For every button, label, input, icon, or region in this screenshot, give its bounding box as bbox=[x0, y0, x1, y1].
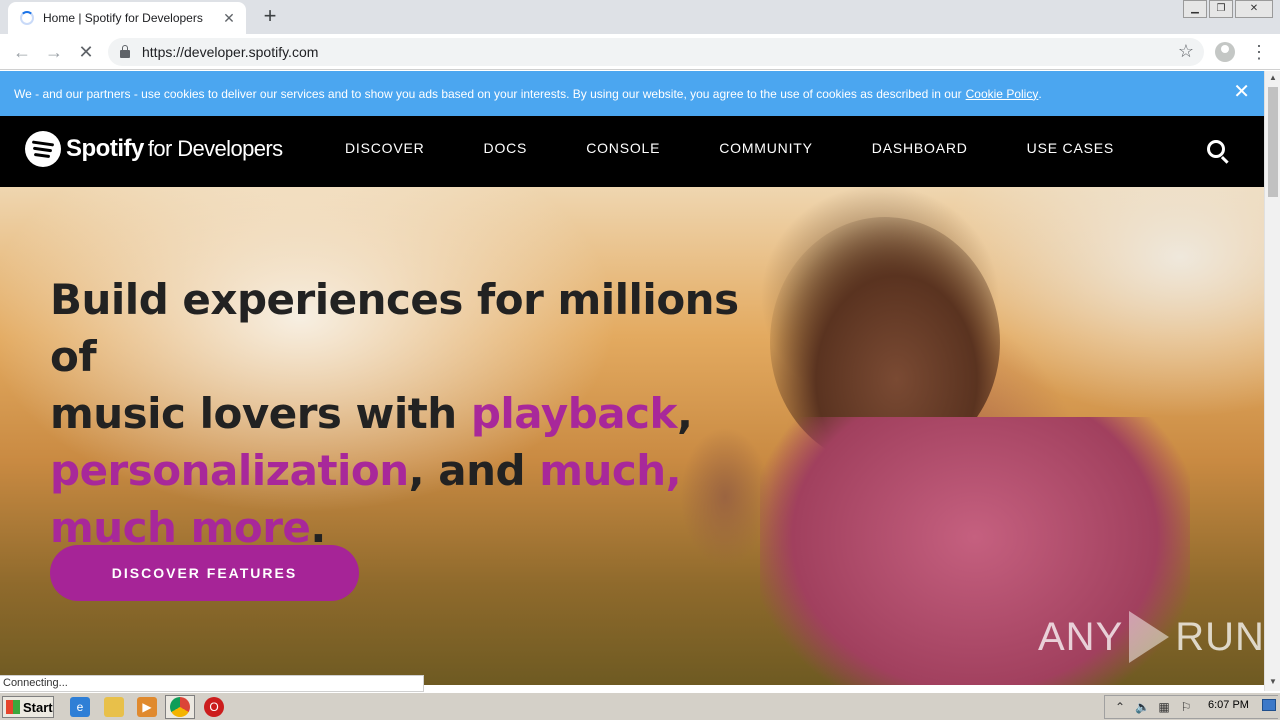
headline-much: much, bbox=[539, 446, 682, 495]
page-scrollbar[interactable]: ▲ ▼ bbox=[1264, 71, 1280, 691]
browser-tab-active[interactable]: Home | Spotify for Developers ✕ bbox=[8, 2, 246, 34]
scroll-up-icon[interactable]: ▲ bbox=[1265, 71, 1280, 85]
nav-discover[interactable]: DISCOVER bbox=[345, 140, 425, 156]
page-viewport: We - and our partners - use cookies to d… bbox=[0, 71, 1264, 685]
stop-loading-icon[interactable]: ✕ bbox=[74, 40, 98, 64]
browser-tabbar: Home | Spotify for Developers ✕ + ▁ ❐ ✕ bbox=[0, 0, 1280, 34]
watermark-play-icon bbox=[1129, 611, 1170, 663]
discover-features-button[interactable]: DISCOVER FEATURES bbox=[50, 545, 359, 601]
lock-icon bbox=[120, 45, 130, 58]
profile-avatar-icon[interactable] bbox=[1215, 42, 1235, 62]
close-window-button[interactable]: ✕ bbox=[1235, 0, 1273, 18]
windows-taskbar: Start e ▶ O ⌃ 🔈 ▦ ⚐ 6:07 PM bbox=[0, 692, 1280, 720]
file-explorer-icon[interactable] bbox=[104, 697, 124, 717]
volume-icon[interactable]: 🔈 bbox=[1135, 700, 1150, 714]
nav-console[interactable]: CONSOLE bbox=[586, 140, 660, 156]
headline-line-2-text: music lovers with bbox=[50, 389, 471, 438]
nav-docs[interactable]: DOCS bbox=[484, 140, 528, 156]
internet-explorer-icon[interactable]: e bbox=[70, 697, 90, 717]
tab-close-icon[interactable]: ✕ bbox=[220, 10, 238, 27]
minimize-window-button[interactable]: ▁ bbox=[1183, 0, 1207, 18]
address-bar[interactable]: https://developer.spotify.com ☆ bbox=[108, 38, 1204, 66]
nav-community[interactable]: COMMUNITY bbox=[719, 140, 813, 156]
back-icon[interactable]: ← bbox=[10, 40, 34, 64]
tab-title: Home | Spotify for Developers bbox=[43, 11, 203, 25]
cookie-close-icon[interactable]: ✕ bbox=[1233, 82, 1250, 102]
watermark-right: RUN bbox=[1175, 614, 1264, 659]
tray-expand-icon[interactable]: ⌃ bbox=[1113, 700, 1127, 714]
bookmark-star-icon[interactable]: ☆ bbox=[1178, 41, 1194, 62]
nav-dashboard[interactable]: DASHBOARD bbox=[872, 140, 968, 156]
spotify-logo-icon bbox=[25, 131, 61, 167]
spotify-developers-logo[interactable]: Spotify for Developers bbox=[25, 131, 283, 167]
chrome-icon bbox=[170, 697, 190, 717]
logo-brand: Spotify bbox=[66, 135, 144, 162]
media-player-icon[interactable]: ▶ bbox=[137, 697, 157, 717]
headline-comma: , bbox=[676, 389, 693, 438]
loading-spinner-icon bbox=[20, 11, 34, 25]
windows-logo-icon bbox=[6, 700, 20, 714]
scroll-thumb[interactable] bbox=[1268, 87, 1278, 197]
site-header: Spotify for Developers DISCOVER DOCS CON… bbox=[0, 116, 1264, 187]
hero-section: Build experiences for millions of music … bbox=[0, 187, 1264, 685]
browser-status-text: Connecting... bbox=[0, 675, 424, 692]
new-tab-button[interactable]: + bbox=[258, 5, 282, 29]
cookie-policy-link[interactable]: Cookie Policy bbox=[966, 87, 1039, 101]
main-nav: DISCOVER DOCS CONSOLE COMMUNITY DASHBOAR… bbox=[345, 140, 1173, 156]
headline-and: , and bbox=[408, 446, 540, 495]
start-label: Start bbox=[23, 699, 53, 715]
browser-toolbar: ← → ✕ https://developer.spotify.com ☆ ⋮ bbox=[0, 34, 1280, 70]
restore-window-button[interactable]: ❐ bbox=[1209, 0, 1233, 18]
cookie-text: We - and our partners - use cookies to d… bbox=[14, 86, 962, 101]
cookie-period: . bbox=[1038, 86, 1042, 101]
logo-suffix: for Developers bbox=[147, 136, 283, 161]
watermark-left: ANY bbox=[1038, 614, 1124, 659]
browser-menu-icon[interactable]: ⋮ bbox=[1250, 40, 1268, 64]
anyrun-watermark: ANY RUN bbox=[1038, 611, 1264, 663]
chrome-taskbar-button[interactable] bbox=[165, 695, 195, 719]
nav-use-cases[interactable]: USE CASES bbox=[1027, 140, 1114, 156]
search-icon[interactable] bbox=[1207, 140, 1225, 158]
headline-personalization: personalization bbox=[50, 446, 409, 495]
forward-icon[interactable]: → bbox=[42, 40, 66, 64]
hero-headline: Build experiences for millions of music … bbox=[50, 271, 770, 556]
cookie-banner: We - and our partners - use cookies to d… bbox=[0, 71, 1264, 116]
scroll-down-icon[interactable]: ▼ bbox=[1265, 675, 1280, 689]
show-desktop-icon[interactable] bbox=[1262, 699, 1276, 711]
action-center-flag-icon[interactable]: ⚐ bbox=[1179, 700, 1193, 714]
network-icon[interactable]: ▦ bbox=[1157, 700, 1171, 714]
headline-line-1: Build experiences for millions of bbox=[50, 275, 739, 381]
start-button[interactable]: Start bbox=[2, 696, 54, 718]
system-tray: ⌃ 🔈 ▦ ⚐ bbox=[1104, 695, 1278, 719]
taskbar-clock[interactable]: 6:07 PM bbox=[1208, 699, 1249, 711]
url-text: https://developer.spotify.com bbox=[142, 44, 319, 60]
headline-playback: playback bbox=[470, 389, 678, 438]
opera-icon[interactable]: O bbox=[204, 697, 224, 717]
